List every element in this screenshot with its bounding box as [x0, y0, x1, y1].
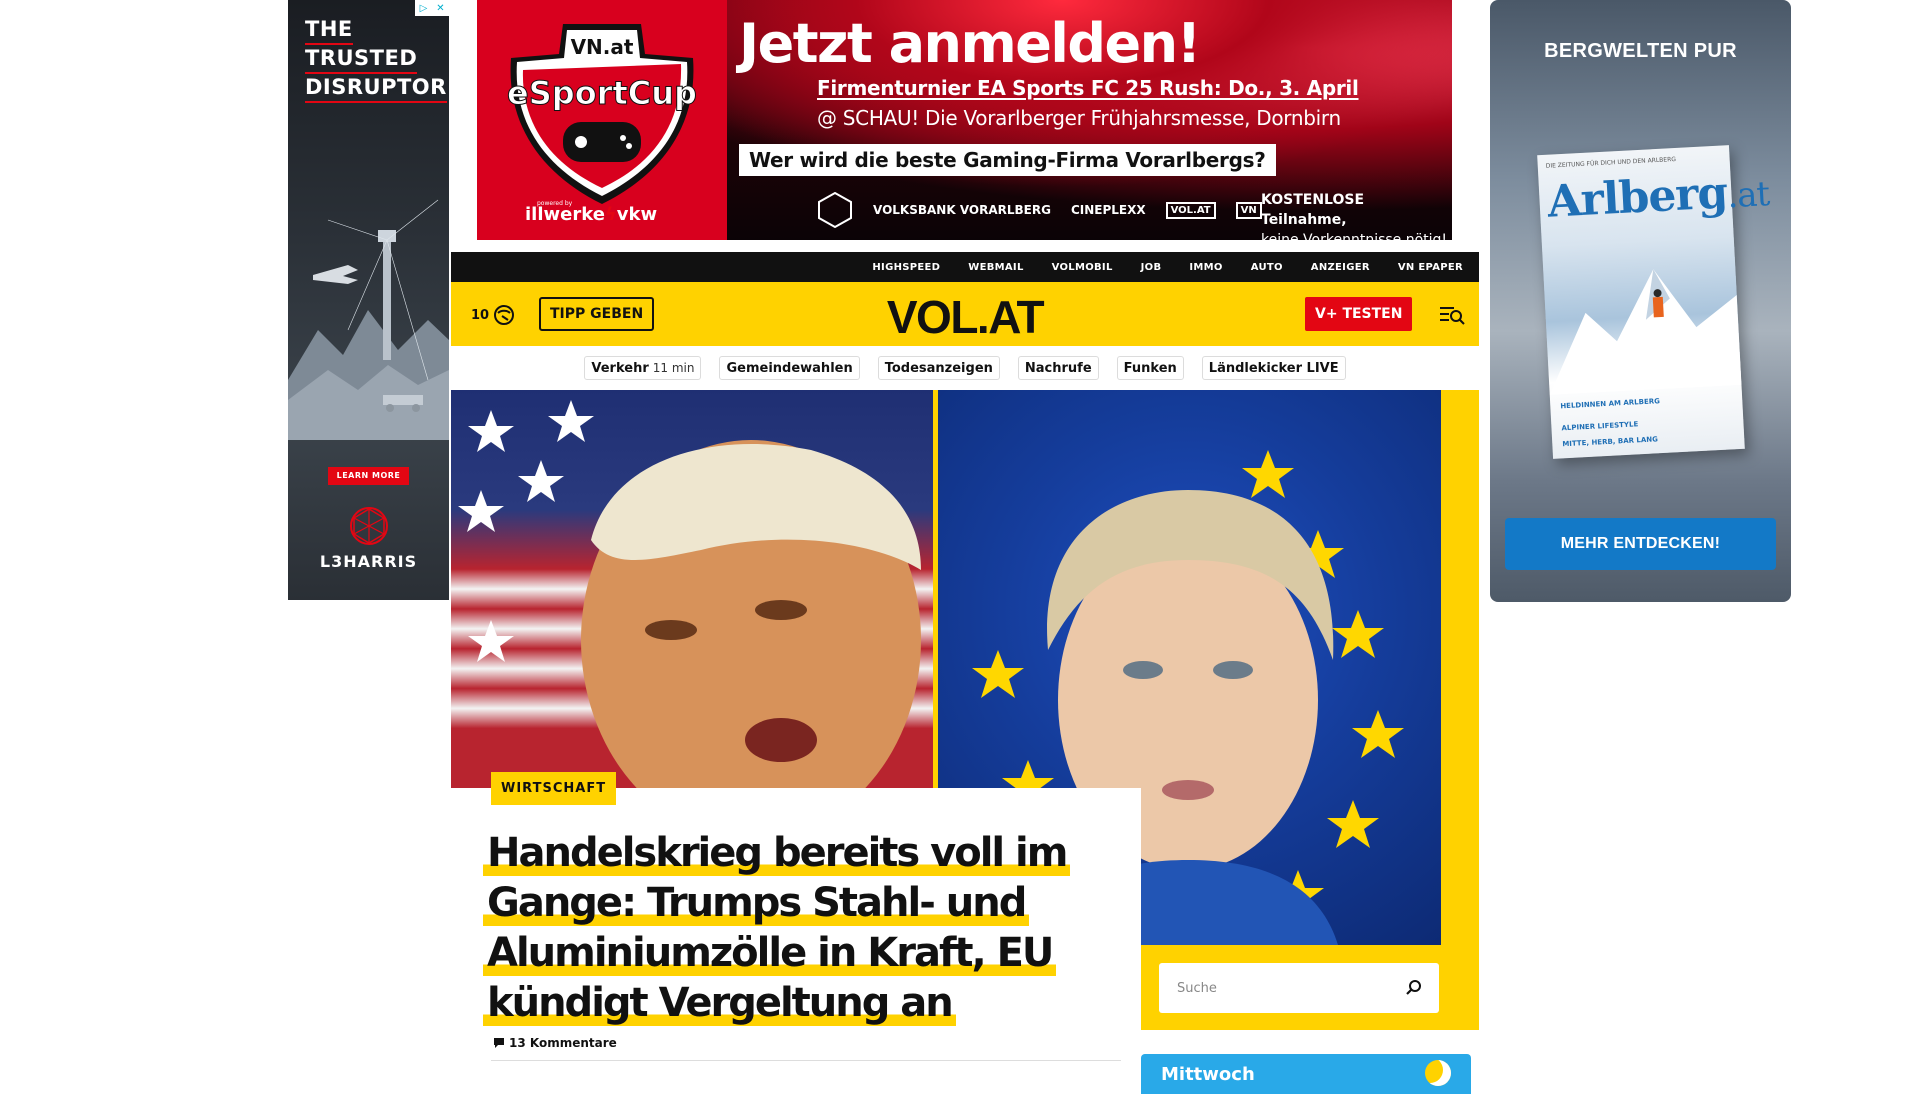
- search-icon[interactable]: [1405, 979, 1423, 997]
- hero-article[interactable]: WIRTSCHAFT Handelskrieg bereits voll im …: [451, 390, 1479, 1061]
- chip-todesanzeigen[interactable]: Todesanzeigen: [877, 356, 1000, 380]
- ad-left-title: THE TRUSTED DISRUPTOR: [305, 16, 447, 103]
- learn-more-button[interactable]: LEARN MORE: [328, 467, 409, 485]
- ad-left-title-line: TRUSTED: [305, 45, 418, 74]
- topic-chips: Verkehr 11 min Gemeindewahlen Todesanzeig…: [451, 356, 1479, 380]
- chip-verkehr[interactable]: Verkehr 11 min: [584, 356, 702, 380]
- search-box: [1159, 963, 1439, 1013]
- topbar-link-volmobil[interactable]: VOLMOBIL: [1052, 262, 1113, 273]
- ad-left-illustration: [288, 199, 449, 440]
- shield-title-text: eSportCup: [507, 74, 697, 112]
- chip-label: Nachrufe: [1024, 360, 1092, 376]
- close-icon[interactable]: ✕: [432, 0, 449, 16]
- v-plus-testen-button[interactable]: V+ TESTEN: [1305, 297, 1413, 331]
- gamepad-icon: [563, 122, 641, 162]
- magazine-line-2: ALPINER LIFESTYLE: [1561, 420, 1639, 433]
- magazine-title-main: Arlberg: [1546, 167, 1729, 228]
- banner-line-1: Firmenturnier EA Sports FC 25 Rush: Do.,…: [817, 76, 1359, 100]
- sponsor-vn: VN: [1235, 201, 1262, 219]
- esportcup-shield-logo: VN.at eSportCup: [507, 24, 697, 204]
- magazine-line-1: HELDINNEN AM ARLBERG: [1560, 397, 1661, 411]
- mountain-skier-illustration: [1549, 269, 1742, 395]
- topbar-link-highspeed[interactable]: HIGHSPEED: [872, 262, 940, 273]
- banner-question: Wer wird die beste Gaming-Firma Vorarlbe…: [739, 144, 1276, 176]
- weather-widget[interactable]: 10: [471, 304, 515, 326]
- chip-laendlekicker-live[interactable]: Ländlekicker LIVE: [1201, 356, 1346, 380]
- comments-link[interactable]: 13 Kommentare: [493, 1036, 617, 1050]
- magazine-line-3: MITTE, HERB, BAR LANG: [1562, 435, 1659, 449]
- comments-count: 13 Kommentare: [509, 1036, 617, 1050]
- banner-free-line-2: keine Vorkenntnisse nötig!: [1261, 232, 1448, 240]
- chip-label: Gemeindewahlen: [726, 360, 853, 376]
- site-header: 10 TIPP GEBEN VOL.AT V+ TESTEN: [451, 282, 1479, 346]
- magazine-top-line: DIE ZEITUNG FÜR DICH UND DEN ARLBERG: [1545, 155, 1677, 170]
- divider: [491, 1060, 1121, 1061]
- chip-funken[interactable]: Funken: [1116, 356, 1184, 380]
- chip-gemeindewahlen[interactable]: Gemeindewahlen: [719, 356, 860, 380]
- hero-photo-trump[interactable]: [451, 390, 933, 788]
- banner-headline: Jetzt anmelden!: [739, 12, 1201, 75]
- powered-by-brand: illwerkeϟvkw: [525, 204, 658, 225]
- chip-label: Verkehr: [591, 360, 649, 376]
- arlberg-magazine-cover: DIE ZEITUNG FÜR DICH UND DEN ARLBERG Arl…: [1537, 145, 1770, 459]
- menu-search-icon[interactable]: [1439, 302, 1465, 326]
- ad-corner-controls: ▷ ✕: [415, 0, 449, 16]
- service-topbar: HIGHSPEED WEBMAIL VOLMOBIL JOB IMMO AUTO…: [451, 252, 1479, 282]
- topbar-link-webmail[interactable]: WEBMAIL: [968, 262, 1023, 273]
- banner-sponsor-logos: VOLKSBANK VORARLBERG CINEPLEXX VOL.AT VN: [817, 192, 1262, 228]
- austria-badge-icon: [818, 192, 852, 228]
- ad-right-title: BERGWELTEN PUR: [1544, 40, 1737, 62]
- banner-free-entry: KOSTENLOSE Teilnahme, keine Vorkenntniss…: [1261, 190, 1452, 240]
- vkw-brand: vkw: [616, 204, 658, 225]
- weather-day-label: Mittwoch: [1161, 1064, 1255, 1085]
- chip-label: Todesanzeigen: [884, 360, 993, 376]
- esportcup-banner-ad[interactable]: VN.at eSportCup powered by illwerkeϟvkw …: [477, 0, 1452, 240]
- chip-label: Ländlekicker LIVE: [1208, 360, 1339, 376]
- hero-headline[interactable]: Handelskrieg bereits voll im Gange: Trum…: [483, 828, 1103, 1028]
- topbar-link-immo[interactable]: IMMO: [1189, 262, 1222, 273]
- site-logo-text[interactable]: VOL.AT: [887, 291, 1045, 343]
- banner-line-2: @ SCHAU! Die Vorarlberger Frühjahrsmesse…: [817, 106, 1341, 130]
- magazine-title-suffix: .at: [1726, 174, 1771, 217]
- magazine-title: Arlberg.at: [1546, 165, 1771, 228]
- topbar-link-job[interactable]: JOB: [1141, 262, 1162, 273]
- weather-sun-icon: [494, 305, 515, 325]
- us-flag-stars: [458, 400, 921, 788]
- weather-day-card[interactable]: Mittwoch: [1141, 1054, 1471, 1094]
- chip-time: 11 min: [652, 361, 695, 375]
- topbar-link-vn-epaper[interactable]: VN EPAPER: [1398, 262, 1463, 273]
- sponsor-vol-at: VOL.AT: [1165, 201, 1216, 219]
- ad-left-skyscraper[interactable]: ▷ ✕ THE TRUSTED DISRUPTOR LEARN MORE L3H…: [288, 0, 449, 600]
- ad-left-brand: L3HARRIS: [319, 552, 418, 571]
- category-tag[interactable]: WIRTSCHAFT: [491, 772, 617, 805]
- weather-moon-icon: [1425, 1060, 1451, 1086]
- banner-free-line-1: KOSTENLOSE Teilnahme,: [1261, 192, 1365, 228]
- sponsor-volksbank: VOLKSBANK VORARLBERG: [873, 203, 1051, 217]
- hero-headline-text: Handelskrieg bereits voll im Gange: Trum…: [483, 830, 1071, 1026]
- mehr-entdecken-button[interactable]: MEHR ENTDECKEN!: [1505, 518, 1776, 570]
- hero-text-panel: WIRTSCHAFT Handelskrieg bereits voll im …: [451, 772, 1141, 1061]
- chip-label: Funken: [1123, 360, 1177, 376]
- adchoices-icon[interactable]: ▷: [415, 0, 432, 16]
- topbar-link-auto[interactable]: AUTO: [1251, 262, 1283, 273]
- comment-icon: [494, 1038, 504, 1048]
- l3harris-logo-icon: [350, 507, 388, 545]
- tipp-geben-button[interactable]: TIPP GEBEN: [539, 297, 655, 331]
- sponsor-cineplexx: CINEPLEXX: [1070, 203, 1146, 217]
- ad-left-title-line: THE: [305, 16, 353, 45]
- chip-nachrufe[interactable]: Nachrufe: [1017, 356, 1099, 380]
- search-input[interactable]: [1175, 979, 1375, 997]
- illwerke-brand: illwerke: [525, 204, 605, 225]
- ad-right-skyscraper[interactable]: BERGWELTEN PUR DIE ZEITUNG FÜR DICH UND …: [1490, 0, 1791, 602]
- shield-top-text: VN.at: [571, 35, 634, 59]
- temperature-value: 10: [471, 307, 490, 323]
- ad-left-title-line: DISRUPTOR: [305, 74, 447, 103]
- topbar-link-anzeiger[interactable]: ANZEIGER: [1311, 262, 1370, 273]
